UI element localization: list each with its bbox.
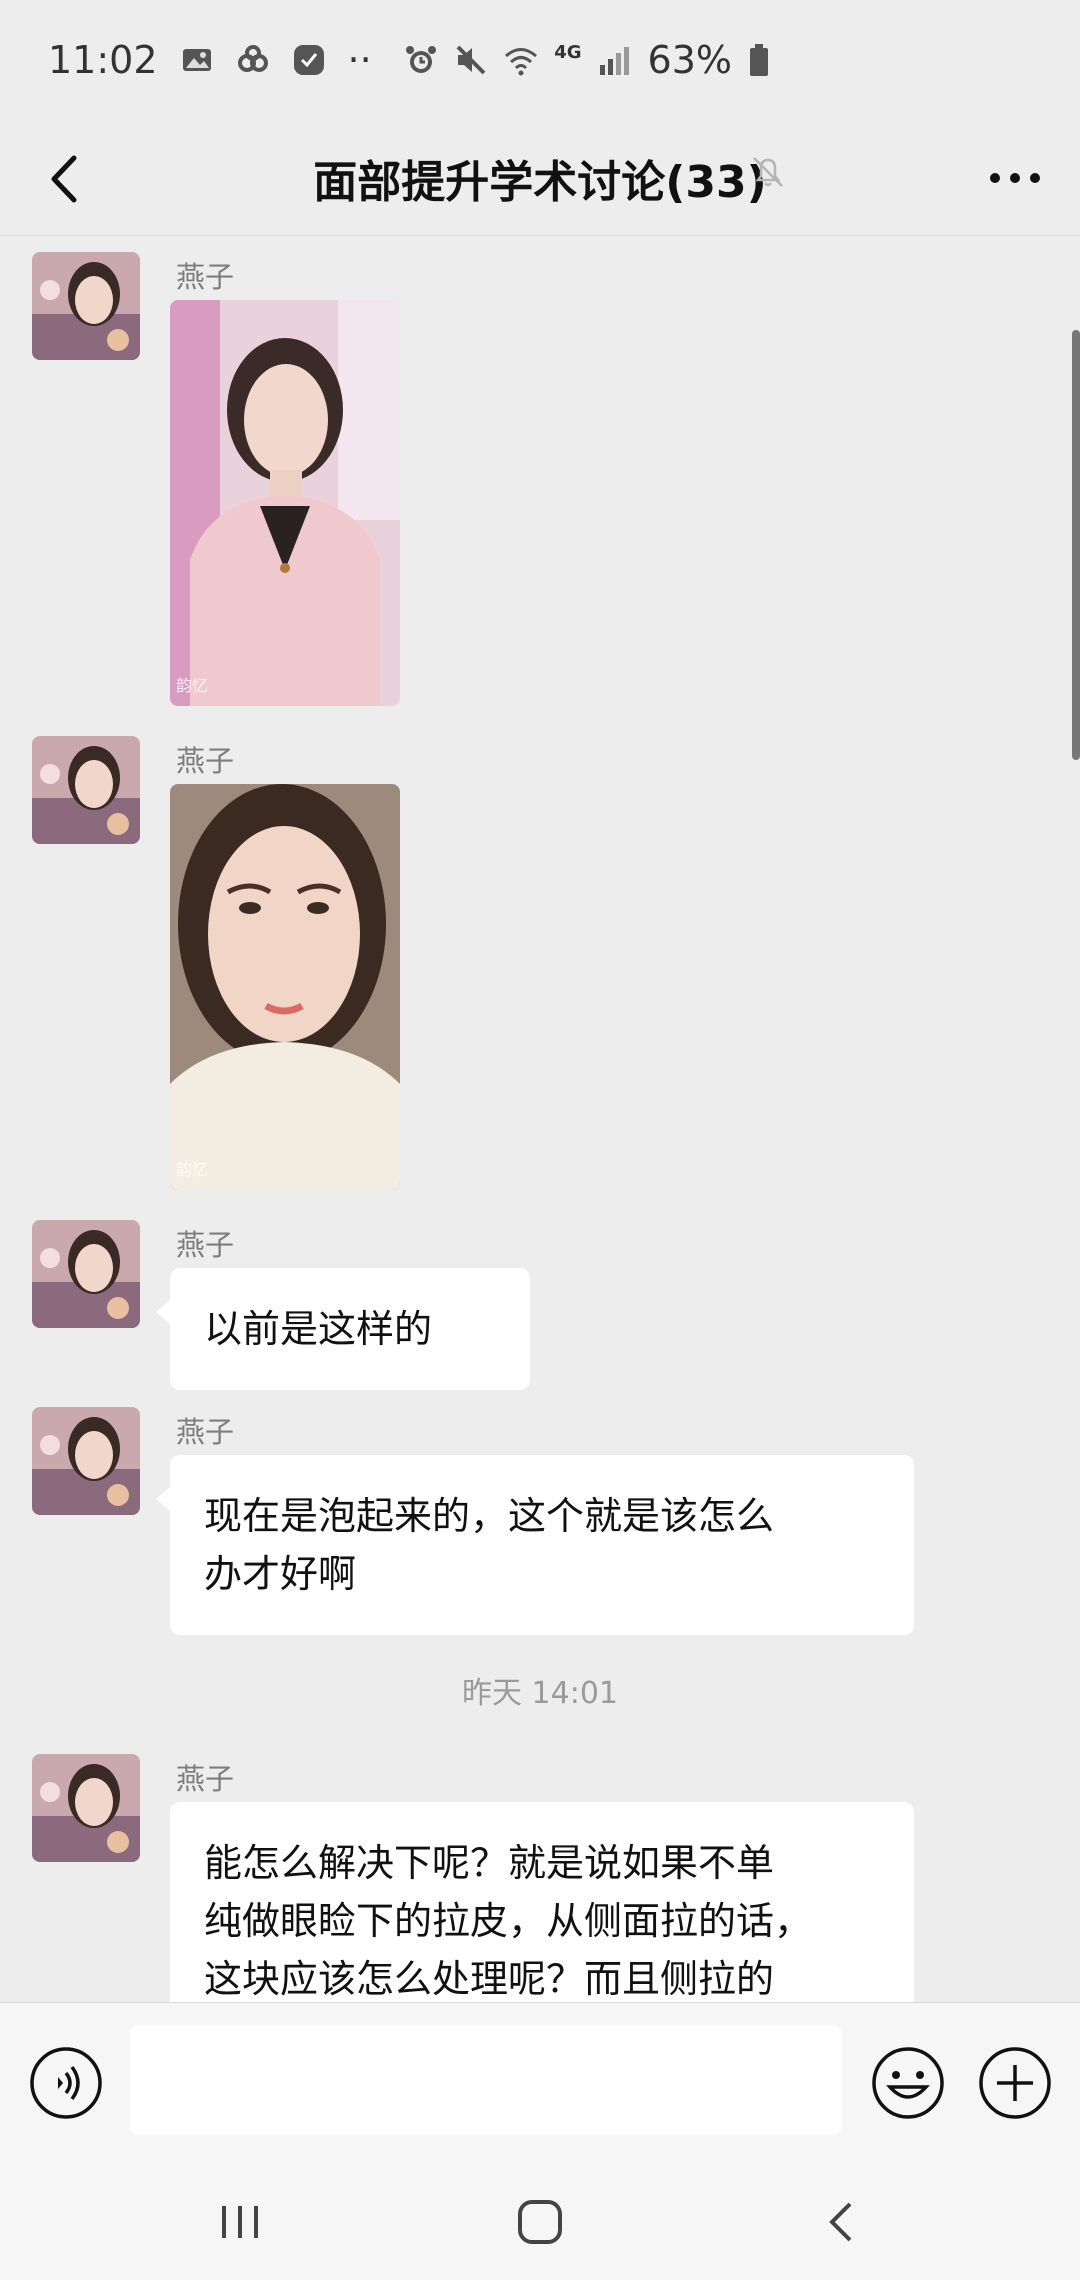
image-watermark: 韵忆 [176, 1160, 209, 1179]
sender-name: 燕子 [176, 1762, 235, 1796]
message-line: 这块应该怎么处理呢？而且侧拉的 [204, 1957, 775, 2001]
clock: 11:02 [48, 38, 158, 82]
more-options-icon[interactable] [980, 148, 1050, 208]
image-watermark: 韵忆 [176, 676, 209, 695]
time-separator: 昨天 14:01 [462, 1676, 618, 1711]
sender-name: 燕子 [176, 1415, 235, 1449]
gallery-icon [182, 49, 211, 71]
sender-name: 燕子 [176, 744, 235, 778]
mute-icon [456, 45, 486, 75]
app-check-icon [293, 45, 324, 75]
message-line: 以前是这样的 [204, 1307, 433, 1351]
chat-header: 面部提升学术讨论(33) [0, 120, 1080, 236]
sender-avatar[interactable] [32, 252, 140, 360]
image-message[interactable]: 韵忆 [170, 300, 400, 706]
system-navigation-bar [0, 2162, 1080, 2280]
sender-avatar[interactable] [32, 1220, 140, 1328]
text-message-bubble[interactable]: 以前是这样的 [156, 1268, 530, 1390]
add-attachment-icon[interactable] [977, 2045, 1053, 2121]
voice-input-icon[interactable] [28, 2045, 104, 2121]
link-icon [237, 45, 268, 72]
message-line: 能怎么解决下呢？就是说如果不单 [204, 1841, 775, 1885]
photo-woman-pink-jacket [170, 300, 400, 706]
battery-percent: 63% [647, 38, 732, 82]
sender-avatar[interactable] [32, 736, 140, 844]
battery-icon [750, 44, 768, 76]
emoji-icon[interactable] [870, 2045, 946, 2121]
wifi-icon [505, 48, 538, 76]
muted-bell-icon [753, 157, 783, 187]
sender-name: 燕子 [176, 1228, 235, 1262]
photo-woman-closeup [170, 784, 400, 1190]
system-back-icon[interactable] [812, 2192, 872, 2252]
text-message-bubble[interactable]: 现在是泡起来的，这个就是该怎么 办才好啊 [156, 1455, 914, 1635]
chat-title[interactable]: 面部提升学术讨论(33) [0, 146, 1080, 210]
more-notifications-dots: ·· [347, 38, 372, 82]
message-line: 纯做眼睑下的拉皮，从侧面拉的话， [204, 1899, 813, 1943]
alarm-icon [406, 46, 437, 73]
sender-name: 燕子 [176, 260, 235, 294]
recent-apps-icon[interactable] [210, 2192, 270, 2252]
message-line: 现在是泡起来的，这个就是该怎么 [204, 1494, 775, 1538]
sender-avatar[interactable] [32, 1407, 140, 1515]
status-bar: 11:02 ·· 4G 63% [0, 0, 1080, 120]
network-type: 4G [554, 42, 582, 63]
message-line: 办才好啊 [204, 1552, 357, 1596]
signal-icon [599, 47, 629, 75]
chat-input-bar [0, 2002, 1080, 2162]
scrollbar-thumb[interactable] [1072, 330, 1080, 760]
message-input[interactable] [130, 2025, 842, 2135]
sender-avatar[interactable] [32, 1754, 140, 1862]
home-icon[interactable] [510, 2192, 570, 2252]
image-message[interactable]: 韵忆 [170, 784, 400, 1190]
